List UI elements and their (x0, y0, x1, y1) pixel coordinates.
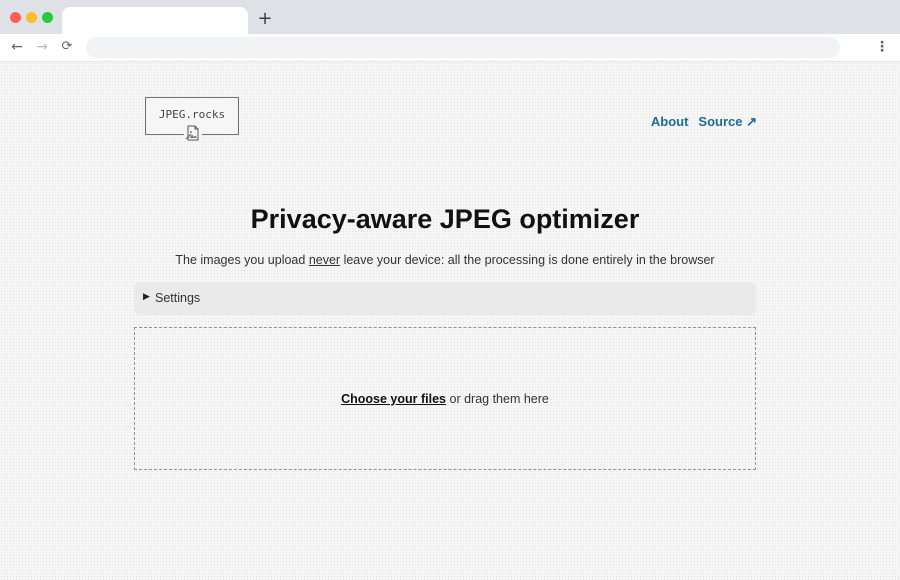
page-subtitle: The images you upload never leave your d… (0, 253, 890, 267)
logo-text: JPEG.rocks (158, 108, 226, 121)
page-viewport: JPEG.rocks About Source ↗ Privacy-aware J… (0, 62, 900, 580)
site-logo[interactable]: JPEG.rocks (145, 97, 239, 141)
nav-about-link[interactable]: About (651, 114, 689, 129)
close-window-button[interactable] (10, 12, 21, 23)
drag-hint-text: or drag them here (446, 392, 549, 406)
address-bar[interactable] (86, 37, 840, 58)
subtitle-emphasis: never (308, 253, 341, 267)
settings-disclosure[interactable]: ▶ Settings (134, 282, 756, 315)
subtitle-text-end: leave your device: all the processing is… (340, 253, 715, 267)
nav-source-link[interactable]: Source ↗ (698, 114, 757, 130)
settings-label: Settings (155, 291, 201, 305)
top-nav: About Source ↗ (620, 114, 757, 132)
image-file-icon (184, 125, 202, 141)
back-button[interactable]: ← (7, 37, 27, 57)
maximize-window-button[interactable] (42, 12, 53, 23)
minimize-window-button[interactable] (26, 12, 37, 23)
file-dropzone[interactable]: Choose your files or drag them here (134, 327, 756, 470)
browser-menu-button[interactable]: ⋮ (874, 37, 890, 57)
browser-toolbar: ← → ⟳ ⋮ (0, 34, 900, 62)
forward-button[interactable]: → (32, 37, 52, 57)
tab-bar: + (0, 0, 900, 34)
subtitle-text-start: The images you upload (175, 253, 309, 267)
disclosure-triangle-icon: ▶ (143, 292, 150, 302)
active-tab[interactable] (62, 7, 248, 34)
new-tab-button[interactable]: + (256, 8, 274, 30)
dropzone-text: Choose your files or drag them here (135, 392, 755, 406)
reload-button[interactable]: ⟳ (57, 37, 77, 57)
choose-files-link[interactable]: Choose your files (341, 392, 446, 406)
page-title: Privacy-aware JPEG optimizer (250, 204, 640, 234)
